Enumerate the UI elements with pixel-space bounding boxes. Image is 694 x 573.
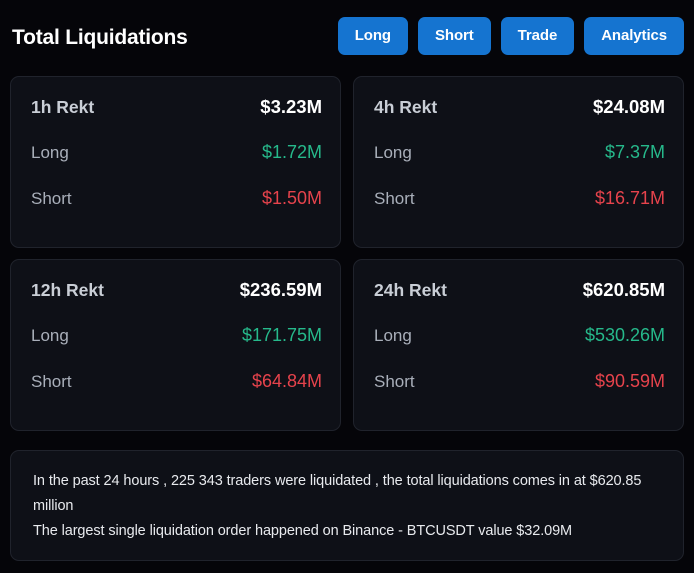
card-short-row: Short $1.50M bbox=[31, 188, 322, 233]
card-total-value: $3.23M bbox=[260, 96, 322, 117]
card-short-row: Short $64.84M bbox=[31, 371, 322, 416]
card-total-row: 24h Rekt $620.85M bbox=[374, 279, 665, 325]
card-title: 12h Rekt bbox=[31, 280, 104, 300]
summary-line-2: The largest single liquidation order hap… bbox=[33, 523, 573, 539]
liquidation-card-12h[interactable]: 12h Rekt $236.59M Long $171.75M Short $6… bbox=[10, 259, 341, 431]
card-long-label: Long bbox=[374, 326, 412, 346]
liquidation-card-1h[interactable]: 1h Rekt $3.23M Long $1.72M Short $1.50M bbox=[10, 76, 341, 248]
summary-line-1: In the past 24 hours , 225 343 traders w… bbox=[33, 473, 642, 514]
page-title: Total Liquidations bbox=[12, 25, 188, 49]
card-long-value: $171.75M bbox=[241, 325, 322, 346]
nav-button-analytics[interactable]: Analytics bbox=[584, 17, 684, 55]
card-long-label: Long bbox=[31, 326, 69, 346]
liquidation-card-4h[interactable]: 4h Rekt $24.08M Long $7.37M Short $16.71… bbox=[353, 76, 684, 248]
card-short-row: Short $90.59M bbox=[374, 371, 665, 416]
nav-button-group: Long Short Trade Analytics bbox=[337, 17, 684, 55]
nav-button-long[interactable]: Long bbox=[337, 17, 408, 55]
card-total-row: 1h Rekt $3.23M bbox=[31, 96, 322, 142]
liquidation-cards-grid: 1h Rekt $3.23M Long $1.72M Short $1.50M … bbox=[10, 76, 684, 431]
card-long-row: Long $530.26M bbox=[374, 325, 665, 370]
card-short-label: Short bbox=[31, 188, 72, 208]
card-short-value: $1.50M bbox=[261, 187, 322, 208]
card-short-label: Short bbox=[374, 188, 415, 208]
nav-button-trade[interactable]: Trade bbox=[500, 17, 575, 55]
card-short-row: Short $16.71M bbox=[374, 188, 665, 233]
card-short-value: $90.59M bbox=[594, 370, 665, 391]
card-short-label: Short bbox=[31, 371, 72, 391]
header-bar: Total Liquidations Long Short Trade Anal… bbox=[0, 0, 694, 72]
card-long-label: Long bbox=[374, 143, 412, 163]
card-short-label: Short bbox=[374, 371, 415, 391]
total-liquidations-panel: Total Liquidations Long Short Trade Anal… bbox=[0, 0, 694, 573]
card-long-value: $7.37M bbox=[604, 142, 665, 163]
card-title: 1h Rekt bbox=[31, 97, 95, 117]
card-short-value: $64.84M bbox=[251, 370, 322, 391]
card-total-value: $24.08M bbox=[593, 96, 665, 117]
card-total-value: $236.59M bbox=[239, 279, 322, 300]
card-total-value: $620.85M bbox=[582, 279, 665, 300]
card-title: 4h Rekt bbox=[374, 97, 438, 117]
card-long-value: $530.26M bbox=[584, 325, 665, 346]
card-short-value: $16.71M bbox=[594, 187, 665, 208]
card-long-row: Long $171.75M bbox=[31, 325, 322, 370]
card-long-row: Long $1.72M bbox=[31, 142, 322, 187]
card-total-row: 4h Rekt $24.08M bbox=[374, 96, 665, 142]
card-long-value: $1.72M bbox=[261, 142, 322, 163]
card-total-row: 12h Rekt $236.59M bbox=[31, 279, 322, 325]
card-long-row: Long $7.37M bbox=[374, 142, 665, 187]
card-title: 24h Rekt bbox=[374, 280, 447, 300]
card-long-label: Long bbox=[31, 143, 69, 163]
nav-button-short[interactable]: Short bbox=[418, 17, 491, 55]
summary-panel: In the past 24 hours , 225 343 traders w… bbox=[10, 450, 684, 561]
liquidation-card-24h[interactable]: 24h Rekt $620.85M Long $530.26M Short $9… bbox=[353, 259, 684, 431]
